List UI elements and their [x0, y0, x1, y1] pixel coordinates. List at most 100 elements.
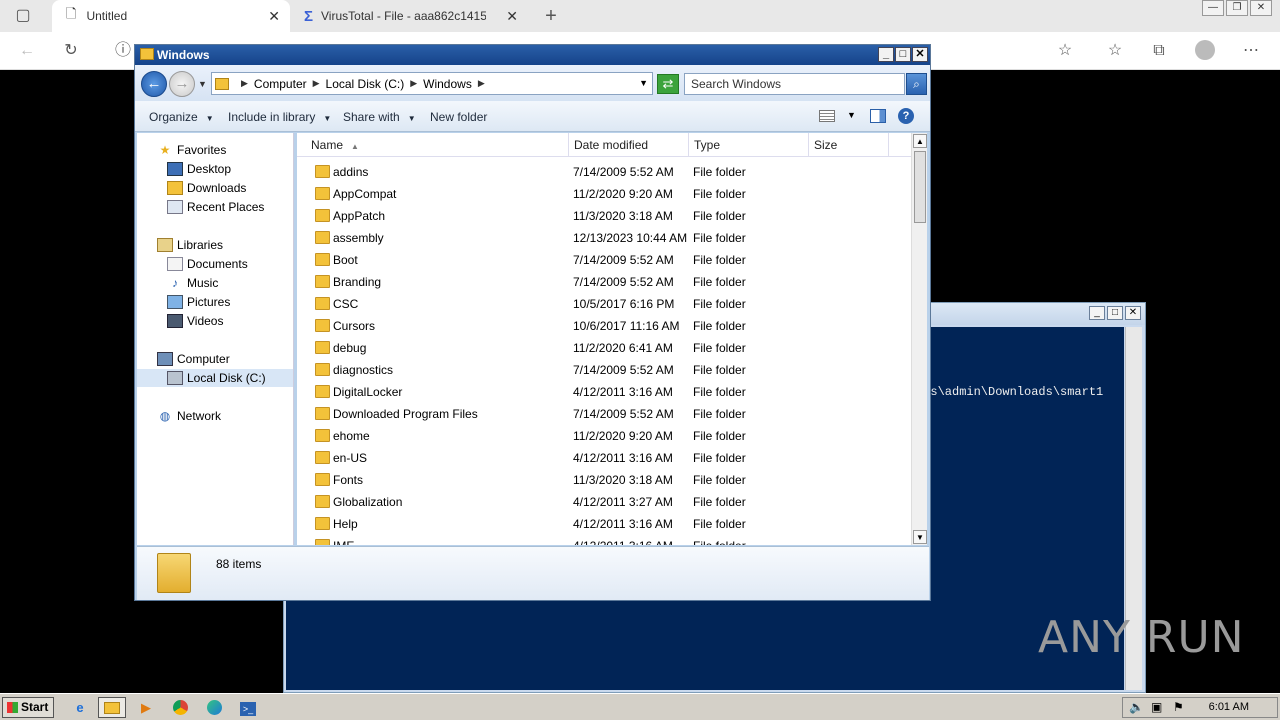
file-row[interactable]: AppCompat 11/2/2020 9:20 AM File folder [297, 183, 911, 205]
collections-icon[interactable]: ⧉ [1148, 40, 1170, 62]
file-row[interactable]: assembly 12/13/2023 10:44 AM File folder [297, 227, 911, 249]
nav-computer[interactable]: Computer [157, 350, 230, 368]
file-row[interactable]: AppPatch 11/3/2020 3:18 AM File folder [297, 205, 911, 227]
scroll-up-icon[interactable]: ▲ [913, 134, 927, 148]
more-icon[interactable]: ⋯ [1240, 40, 1262, 62]
file-row[interactable]: Cursors 10/6/2017 11:16 AM File folder [297, 315, 911, 337]
organize-button[interactable]: Organize ▼ [149, 110, 214, 124]
media-player-icon[interactable]: ▶ [132, 697, 160, 718]
maximize-icon[interactable]: □ [895, 47, 911, 62]
breadcrumb[interactable]: ▶ Computer ▶ Local Disk (C:) ▶ Windows ▶… [211, 72, 653, 95]
file-row[interactable]: IME 4/12/2011 3:16 AM File folder [297, 535, 911, 545]
minimize-icon[interactable]: _ [1089, 306, 1105, 320]
nav-recent-places[interactable]: Recent Places [167, 198, 264, 216]
file-row[interactable]: Branding 7/14/2009 5:52 AM File folder [297, 271, 911, 293]
nav-desktop[interactable]: Desktop [167, 160, 231, 178]
back-icon[interactable]: ← [16, 40, 38, 62]
explorer-titlebar[interactable]: Windows _ □ ✕ [135, 45, 930, 65]
chevron-right-icon[interactable]: ▶ [478, 78, 485, 89]
folder-icon [315, 319, 330, 332]
search-input[interactable]: Search Windows [684, 73, 905, 95]
nav-videos[interactable]: Videos [167, 312, 223, 330]
scroll-down-icon[interactable]: ▼ [913, 530, 927, 544]
file-row[interactable]: diagnostics 7/14/2009 5:52 AM File folder [297, 359, 911, 381]
column-header-size[interactable]: Size [809, 133, 889, 157]
reload-icon[interactable]: ↻ [60, 40, 82, 62]
minimize-icon[interactable]: — [1202, 0, 1224, 16]
file-row[interactable]: Boot 7/14/2009 5:52 AM File folder [297, 249, 911, 271]
internet-explorer-icon[interactable]: e [66, 697, 94, 718]
nav-music[interactable]: ♪ Music [167, 274, 218, 292]
chevron-right-icon[interactable]: ▶ [410, 78, 417, 89]
close-icon[interactable]: ✕ [1125, 306, 1141, 320]
chrome-icon[interactable] [166, 697, 194, 718]
recent-pages-dropdown-icon[interactable]: ▼ [198, 79, 207, 89]
add-favorite-icon[interactable]: ☆ [1054, 40, 1076, 62]
new-tab-icon[interactable]: + [540, 5, 562, 27]
favorites-icon[interactable]: ☆ [1104, 40, 1126, 62]
chevron-right-icon[interactable]: ▶ [313, 78, 320, 89]
nav-local-disk[interactable]: Local Disk (C:) [137, 369, 293, 387]
close-tab-icon[interactable]: ✕ [506, 8, 518, 25]
search-icon[interactable]: ⌕ [906, 73, 927, 95]
tab-actions-icon[interactable]: ▢ [12, 5, 34, 27]
breadcrumb-computer[interactable]: Computer [254, 77, 307, 91]
tab-virustotal[interactable]: Σ VirusTotal - File - aaa862c14154 ✕ [292, 0, 528, 32]
share-with-label: Share with [343, 110, 400, 124]
chevron-right-icon[interactable]: ▶ [241, 78, 248, 89]
breadcrumb-local-disk[interactable]: Local Disk (C:) [326, 77, 405, 91]
file-row[interactable]: Globalization 4/12/2011 3:27 AM File folde… [297, 491, 911, 513]
help-icon[interactable]: ? [898, 108, 914, 124]
nav-pictures[interactable]: Pictures [167, 293, 230, 311]
close-tab-icon[interactable]: ✕ [268, 8, 280, 25]
vertical-scrollbar[interactable]: ▲ ▼ [911, 133, 927, 545]
nav-documents[interactable]: Documents [167, 255, 248, 273]
close-icon[interactable]: ✕ [1250, 0, 1272, 16]
refresh-icon[interactable]: ⇄ [657, 74, 679, 94]
maximize-icon[interactable]: □ [1107, 306, 1123, 320]
file-row[interactable]: CSC 10/5/2017 6:16 PM File folder [297, 293, 911, 315]
explorer-taskbar-icon[interactable] [98, 697, 126, 718]
nav-favorites[interactable]: ★ Favorites [157, 141, 227, 159]
include-in-library-button[interactable]: Include in library ▼ [228, 110, 331, 124]
scrollbar-thumb[interactable] [914, 151, 926, 223]
close-icon[interactable]: ✕ [912, 47, 928, 62]
breadcrumb-windows[interactable]: Windows [423, 77, 472, 91]
column-header-date[interactable]: Date modified [569, 133, 689, 157]
address-history-icon[interactable]: ▼ [639, 78, 648, 88]
action-center-flag-icon[interactable]: ⚑ [1173, 700, 1184, 714]
nav-libraries[interactable]: Libraries [157, 236, 223, 254]
minimize-icon[interactable]: _ [878, 47, 894, 62]
start-button[interactable]: Start [2, 697, 54, 718]
volume-icon[interactable]: 🔈 [1129, 700, 1144, 714]
forward-button[interactable]: → [169, 71, 195, 97]
nav-network[interactable]: ◍ Network [157, 407, 221, 425]
column-header-name[interactable]: Name ▲ [297, 133, 569, 157]
back-button[interactable]: ← [141, 71, 167, 97]
file-row[interactable]: DigitalLocker 4/12/2011 3:16 AM File folde… [297, 381, 911, 403]
item-count: 88 items [216, 557, 262, 571]
new-folder-button[interactable]: New folder [430, 110, 487, 124]
share-with-button[interactable]: Share with ▼ [343, 110, 416, 124]
file-row[interactable]: Fonts 11/3/2020 3:18 AM File folder [297, 469, 911, 491]
tab-untitled[interactable]: 🗋 Untitled ✕ [52, 0, 290, 32]
info-icon[interactable]: ⓘ [112, 40, 134, 62]
file-row[interactable]: Downloaded Program Files 7/14/2009 5:52 A… [297, 403, 911, 425]
network-icon: ◍ [159, 409, 171, 423]
preview-pane-icon[interactable] [870, 109, 886, 123]
file-row[interactable]: ehome 11/2/2020 9:20 AM File folder [297, 425, 911, 447]
nav-downloads[interactable]: Downloads [167, 179, 246, 197]
column-header-type[interactable]: Type [689, 133, 809, 157]
file-row[interactable]: en-US 4/12/2011 3:16 AM File folder [297, 447, 911, 469]
restore-icon[interactable]: ❐ [1226, 0, 1248, 16]
network-tray-icon[interactable]: ▣ [1151, 700, 1162, 714]
chevron-down-icon[interactable]: ▼ [847, 110, 856, 120]
powershell-taskbar-icon[interactable]: >_ [234, 697, 262, 718]
file-row[interactable]: Help 4/12/2011 3:16 AM File folder [297, 513, 911, 535]
edge-icon[interactable] [200, 697, 228, 718]
change-view-icon[interactable] [819, 110, 835, 122]
file-row[interactable]: addins 7/14/2009 5:52 AM File folder [297, 161, 911, 183]
file-row[interactable]: debug 11/2/2020 6:41 AM File folder [297, 337, 911, 359]
libraries-icon [157, 238, 173, 252]
profile-icon[interactable] [1194, 40, 1216, 62]
